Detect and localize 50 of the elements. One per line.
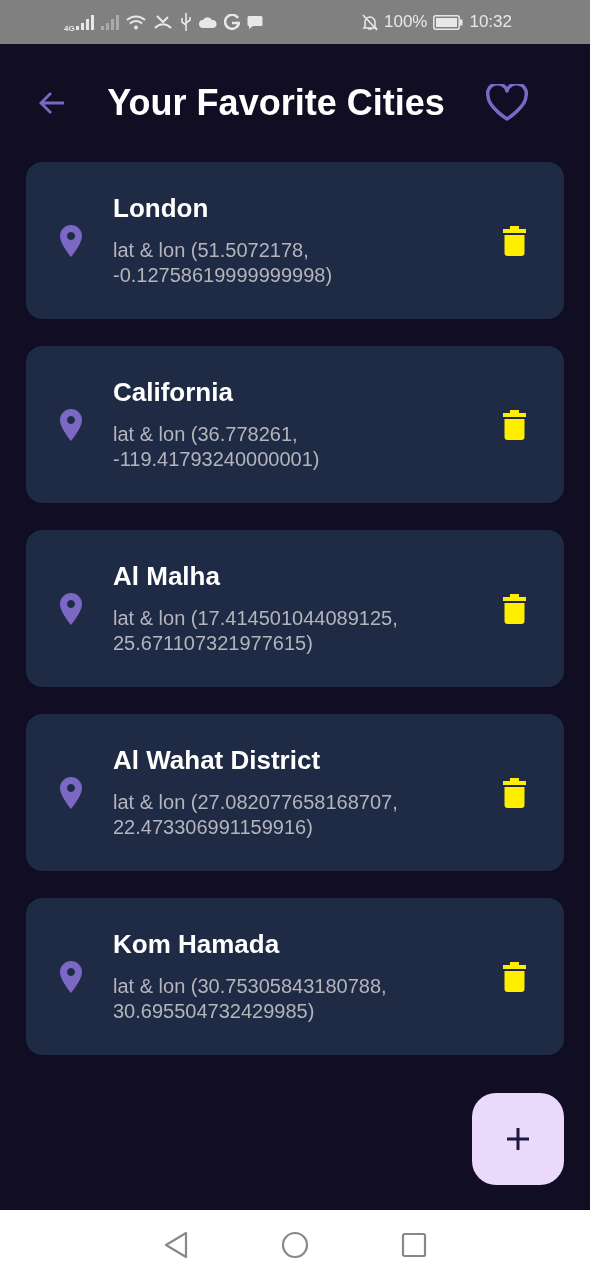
clock-time: 10:32 xyxy=(469,12,512,32)
trash-icon xyxy=(503,409,526,440)
back-nav-button[interactable] xyxy=(163,1231,189,1259)
location-pin-icon xyxy=(59,408,83,441)
delete-button[interactable] xyxy=(503,409,526,440)
location-pin-icon xyxy=(59,960,83,993)
city-card[interactable]: Al Malha lat & lon (17.414501044089125, 25.671107321977615) xyxy=(26,530,564,687)
city-name: Al Wahat District xyxy=(113,745,322,776)
city-coordinates: lat & lon (30.75305843180788, 30.695504732429985) xyxy=(113,974,388,1024)
city-name: Kom Hamada xyxy=(113,929,281,960)
delete-button[interactable] xyxy=(503,777,526,808)
heart-icon xyxy=(486,84,528,122)
delete-button[interactable] xyxy=(503,961,526,992)
battery-percent: 100% xyxy=(383,12,428,32)
city-card[interactable]: Kom Hamada lat & lon (30.75305843180788, 30.695504732429985) xyxy=(26,898,564,1055)
trash-icon xyxy=(503,593,526,624)
cloud-icon xyxy=(198,16,217,28)
location-pin-icon xyxy=(59,776,83,809)
city-name: California xyxy=(113,377,234,408)
delete-button[interactable] xyxy=(503,225,526,256)
city-coordinates: lat & lon (27.082077658168707, 22.473306991159916) xyxy=(113,790,399,840)
trash-icon xyxy=(503,961,526,992)
city-card[interactable]: Al Wahat District lat & lon (27.082077658168707, 22.473306991159916) xyxy=(26,714,564,871)
network-label: 4G xyxy=(64,23,75,33)
chat-icon xyxy=(246,14,263,30)
city-name: London xyxy=(113,193,210,224)
location-pin-icon xyxy=(59,224,83,257)
signal-icon xyxy=(75,14,94,30)
g-icon xyxy=(223,14,240,30)
home-nav-button[interactable] xyxy=(281,1231,309,1259)
city-card[interactable]: California lat & lon (36.778261, -119.41793240000001) xyxy=(26,346,564,503)
battery-icon xyxy=(433,14,464,30)
location-pin-icon xyxy=(59,592,83,625)
add-button[interactable] xyxy=(472,1093,564,1185)
back-button[interactable] xyxy=(38,91,66,115)
city-card[interactable]: London lat & lon (51.5072178, -0.12758619999999998) xyxy=(26,162,564,319)
wifi-icon xyxy=(125,14,146,30)
city-name: Al Malha xyxy=(113,561,221,592)
city-coordinates: lat & lon (51.5072178, -0.12758619999999998) xyxy=(113,238,334,288)
signal-icon xyxy=(100,14,119,30)
plus-icon xyxy=(506,1127,530,1151)
delete-button[interactable] xyxy=(503,593,526,624)
recents-nav-button[interactable] xyxy=(401,1232,427,1258)
trash-icon xyxy=(503,225,526,256)
bell-off-icon xyxy=(361,13,378,31)
page-title: Your Favorite Cities xyxy=(106,82,446,124)
city-coordinates: lat & lon (36.778261, -119.41793240000001) xyxy=(113,422,321,472)
back-arrow-icon xyxy=(38,91,66,115)
city-coordinates: lat & lon (17.414501044089125, 25.671107321977615) xyxy=(113,606,399,656)
trash-icon xyxy=(503,777,526,808)
